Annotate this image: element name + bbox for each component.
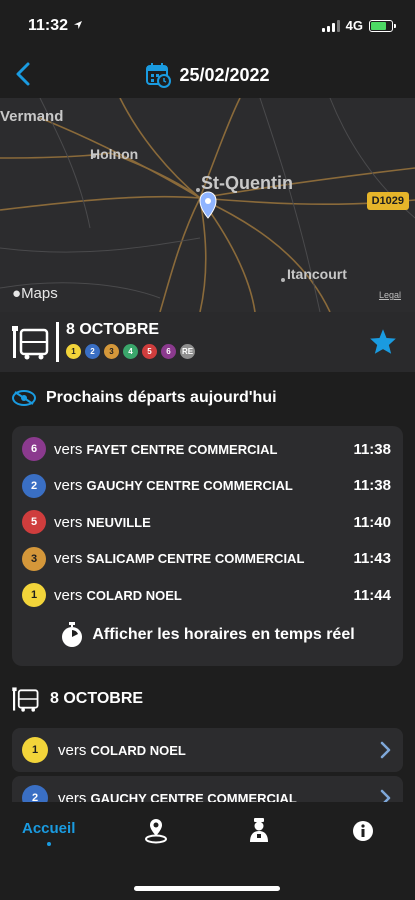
stop-section-title: 8 OCTOBRE bbox=[50, 690, 144, 707]
vers-label: vers bbox=[54, 586, 83, 604]
vers-label: vers bbox=[58, 741, 87, 759]
tab-info-icon[interactable] bbox=[352, 820, 374, 842]
line-badge: 5 bbox=[142, 344, 157, 359]
departure-direction: vers GAUCHY CENTRE COMMERCIAL bbox=[54, 477, 353, 494]
departure-row[interactable]: 6 vers FAYET CENTRE COMMERCIAL 11:38 bbox=[22, 436, 391, 462]
departures-heading: Prochains départs aujourd'hui bbox=[12, 387, 277, 409]
destination: COLARD NOEL bbox=[86, 587, 182, 603]
calendar-icon bbox=[146, 63, 172, 88]
line-badge: 5 bbox=[22, 510, 46, 534]
vers-label: vers bbox=[54, 513, 83, 531]
vers-label: vers bbox=[54, 550, 83, 567]
departure-row[interactable]: 5 vers NEUVILLE 11:40 bbox=[22, 509, 391, 535]
departure-direction: vers NEUVILLE bbox=[54, 514, 353, 531]
line-badge: 2 bbox=[22, 473, 46, 498]
tab-agent-icon[interactable] bbox=[248, 817, 270, 843]
tab-home-label: Accueil bbox=[22, 820, 76, 837]
divider bbox=[56, 322, 59, 362]
line-badge: 6 bbox=[161, 344, 176, 359]
departure-row[interactable]: 2 vers GAUCHY CENTRE COMMERCIAL 11:38 bbox=[22, 473, 391, 499]
bus-stop-icon bbox=[12, 687, 39, 712]
departure-direction: vers COLARD NOEL bbox=[54, 587, 353, 604]
departure-time: 11:38 bbox=[353, 477, 391, 494]
destination: NEUVILLE bbox=[86, 514, 151, 530]
departure-direction: vers SALICAMP CENTRE COMMERCIAL bbox=[54, 550, 353, 567]
map-label-stquentin: St-Quentin bbox=[201, 173, 293, 193]
location-arrow-icon bbox=[74, 21, 82, 29]
road-badge: D1029 bbox=[366, 192, 409, 210]
map-label-holnon: Holnon bbox=[90, 146, 139, 162]
line-badge: 1 bbox=[22, 737, 48, 763]
bus-stop-icon bbox=[12, 326, 49, 360]
map[interactable]: Vermand Holnon St-Quentin Itancourt D102… bbox=[0, 98, 415, 312]
departure-time: 11:44 bbox=[353, 586, 391, 604]
vers-label: vers bbox=[54, 440, 83, 458]
departure-direction: vers FAYET CENTRE COMMERCIAL bbox=[54, 441, 353, 458]
line-badge: RE bbox=[180, 344, 195, 359]
destination: SALICAMP CENTRE COMMERCIAL bbox=[86, 551, 305, 566]
departure-row[interactable]: 3 vers SALICAMP CENTRE COMMERCIAL 11:43 bbox=[22, 546, 391, 572]
realtime-label: Afficher les horaires en temps réel bbox=[92, 626, 355, 643]
destination: FAYET CENTRE COMMERCIAL bbox=[86, 441, 278, 457]
realtime-button[interactable]: Afficher les horaires en temps réel bbox=[12, 622, 403, 648]
line-direction: vers COLARD NOEL bbox=[58, 742, 403, 759]
line-badge: 3 bbox=[22, 546, 46, 571]
map-legal-link[interactable]: Legal bbox=[379, 290, 401, 300]
tab-map-pin-icon[interactable] bbox=[144, 818, 168, 844]
departure-row[interactable]: 1 vers COLARD NOEL 11:44 bbox=[22, 582, 391, 608]
stop-header: 8 OCTOBRE 1 2 3 4 5 6 RE bbox=[0, 312, 415, 372]
nav-bar: 25/02/2022 bbox=[0, 52, 415, 98]
signal-icon bbox=[321, 19, 340, 32]
apple-logo-icon: ● bbox=[12, 285, 22, 302]
map-roads bbox=[0, 98, 415, 312]
date-label: 25/02/2022 bbox=[179, 64, 270, 85]
date-title[interactable]: 25/02/2022 bbox=[0, 62, 415, 88]
departure-time: 11:43 bbox=[353, 550, 391, 567]
home-indicator bbox=[134, 886, 280, 891]
stop-name: 8 OCTOBRE bbox=[66, 321, 160, 338]
line-badge: 1 bbox=[66, 344, 81, 359]
status-bar: 11:32 4G bbox=[0, 0, 415, 52]
favorite-star-button[interactable] bbox=[369, 328, 397, 355]
line-list: 1 2 3 4 5 6 RE bbox=[66, 344, 195, 359]
line-badge: 3 bbox=[104, 344, 119, 359]
stop-section-heading: 8 OCTOBRE bbox=[12, 686, 143, 712]
destination: GAUCHY CENTRE COMMERCIAL bbox=[86, 478, 293, 493]
departures-card: 6 vers FAYET CENTRE COMMERCIAL 11:38 2 vers … bbox=[12, 426, 403, 666]
departure-time: 11:40 bbox=[353, 513, 391, 531]
active-indicator bbox=[46, 842, 51, 846]
destination: COLARD NOEL bbox=[90, 742, 186, 758]
line-badge: 2 bbox=[85, 344, 100, 359]
map-label-vermand: Vermand bbox=[0, 108, 64, 125]
line-badge: 1 bbox=[22, 583, 46, 607]
line-badge: 6 bbox=[22, 437, 46, 461]
maps-logo: ●Maps bbox=[12, 285, 58, 302]
line-direction-row[interactable]: 1 vers COLARD NOEL bbox=[12, 728, 403, 772]
line-badge: 4 bbox=[123, 344, 138, 359]
network-type: 4G bbox=[345, 18, 363, 33]
departure-time: 11:38 bbox=[353, 440, 391, 458]
realtime-signal-icon bbox=[12, 390, 36, 406]
departures-title: Prochains départs aujourd'hui bbox=[46, 389, 277, 406]
vers-label: vers bbox=[54, 477, 83, 494]
stopwatch-icon bbox=[62, 622, 83, 647]
status-time: 11:32 bbox=[28, 17, 69, 34]
tab-home[interactable]: Accueil bbox=[22, 820, 75, 846]
tab-bar: Accueil bbox=[0, 802, 415, 900]
map-label-itancourt: Itancourt bbox=[287, 266, 347, 282]
battery-icon bbox=[369, 19, 396, 32]
chevron-right-icon bbox=[380, 741, 391, 759]
